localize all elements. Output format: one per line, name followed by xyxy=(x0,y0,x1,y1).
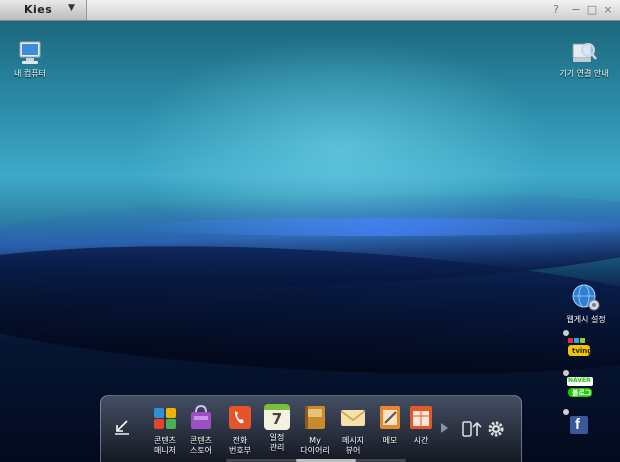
app-menu-button[interactable]: Kies ▼ xyxy=(0,0,87,20)
app-dock: 콘텐츠 매니저 콘텐츠 스토어 전화 번호부 7 일정 관리 My 다이어리 메… xyxy=(100,395,522,462)
dock-item-phonebook[interactable]: 전화 번호부 xyxy=(222,404,258,456)
content-manager-icon xyxy=(154,408,176,429)
shopping-bag-icon xyxy=(191,404,211,429)
tving-widget[interactable]: tving xyxy=(566,336,592,358)
chevron-right-icon xyxy=(441,423,448,433)
dock-item-label: 일정 관리 xyxy=(269,433,285,452)
arrow-down-left-icon xyxy=(115,420,129,435)
calendar-day: 7 xyxy=(271,410,283,428)
board-settings-shortcut[interactable]: 웹게시 설정 xyxy=(558,284,614,325)
collapse-dock-button[interactable] xyxy=(113,418,131,436)
facebook-widget[interactable]: f xyxy=(570,416,588,434)
settings-button[interactable] xyxy=(487,420,505,438)
envelope-icon xyxy=(340,410,366,426)
computer-icon xyxy=(19,41,41,64)
title-bar: Kies ▼ ? − □ × xyxy=(0,0,620,21)
memo-icon xyxy=(380,406,400,429)
dock-item-label: My 다이어리 xyxy=(300,436,330,455)
tving-label: tving xyxy=(572,347,593,355)
dock-item-schedule[interactable]: 7 일정 관리 xyxy=(259,404,295,453)
globe-gear-icon xyxy=(572,284,600,311)
timetable-icon xyxy=(410,406,432,429)
diary-icon xyxy=(305,406,325,429)
dock-item-label: 전화 번호부 xyxy=(228,436,252,455)
dock-item-content-manager[interactable]: 콘텐츠 매니저 xyxy=(147,404,183,456)
naver-blog-label: 블로그 xyxy=(572,389,592,397)
dock-item-message-viewer[interactable]: 메시지 뷰어 xyxy=(335,404,371,456)
widget-dot xyxy=(563,409,569,415)
minimize-button[interactable]: − xyxy=(570,4,582,16)
kies-window: Kies ▼ ? − □ × 내 컴퓨터 기기 연결 안내 웹게시 설정 tvi… xyxy=(0,0,620,462)
connect-guide-shortcut[interactable]: 기기 연결 안내 xyxy=(552,40,616,79)
app-title: Kies xyxy=(24,3,53,16)
dock-item-label: 콘텐츠 매니저 xyxy=(153,436,177,455)
connect-guide-label: 기기 연결 안내 xyxy=(559,69,609,78)
naver-label: NAVER xyxy=(568,377,591,384)
board-settings-label: 웹게시 설정 xyxy=(566,315,606,324)
dock-item-diary[interactable]: My 다이어리 xyxy=(297,404,333,456)
chevron-down-icon: ▼ xyxy=(68,3,75,13)
dock-item-label: 메시지 뷰어 xyxy=(341,436,365,455)
help-button[interactable]: ? xyxy=(550,4,562,16)
facebook-icon: f xyxy=(575,416,580,433)
my-computer-shortcut[interactable]: 내 컴퓨터 xyxy=(8,40,52,79)
my-computer-label: 내 컴퓨터 xyxy=(14,69,46,78)
dock-item-label: 메모 xyxy=(382,436,398,445)
maximize-button[interactable]: □ xyxy=(586,4,598,16)
device-transfer-button[interactable] xyxy=(461,420,483,438)
wallpaper-glow xyxy=(120,218,620,236)
calendar-icon: 7 xyxy=(264,404,290,430)
close-button[interactable]: × xyxy=(602,4,614,16)
dock-item-memo[interactable]: 메모 xyxy=(372,404,408,446)
gear-icon xyxy=(488,421,504,437)
dock-item-label: 시간 xyxy=(413,436,429,445)
dock-item-time[interactable]: 시간 xyxy=(407,404,435,446)
dock-item-content-store[interactable]: 콘텐츠 스토어 xyxy=(183,404,219,456)
device-transfer-icon xyxy=(462,421,482,437)
phone-icon xyxy=(229,406,251,429)
device-search-icon xyxy=(572,43,597,62)
dock-item-label: 콘텐츠 스토어 xyxy=(189,436,213,455)
naver-blog-widget[interactable]: NAVER 블로그 xyxy=(566,376,594,398)
dock-scroll-right-button[interactable] xyxy=(439,422,449,434)
